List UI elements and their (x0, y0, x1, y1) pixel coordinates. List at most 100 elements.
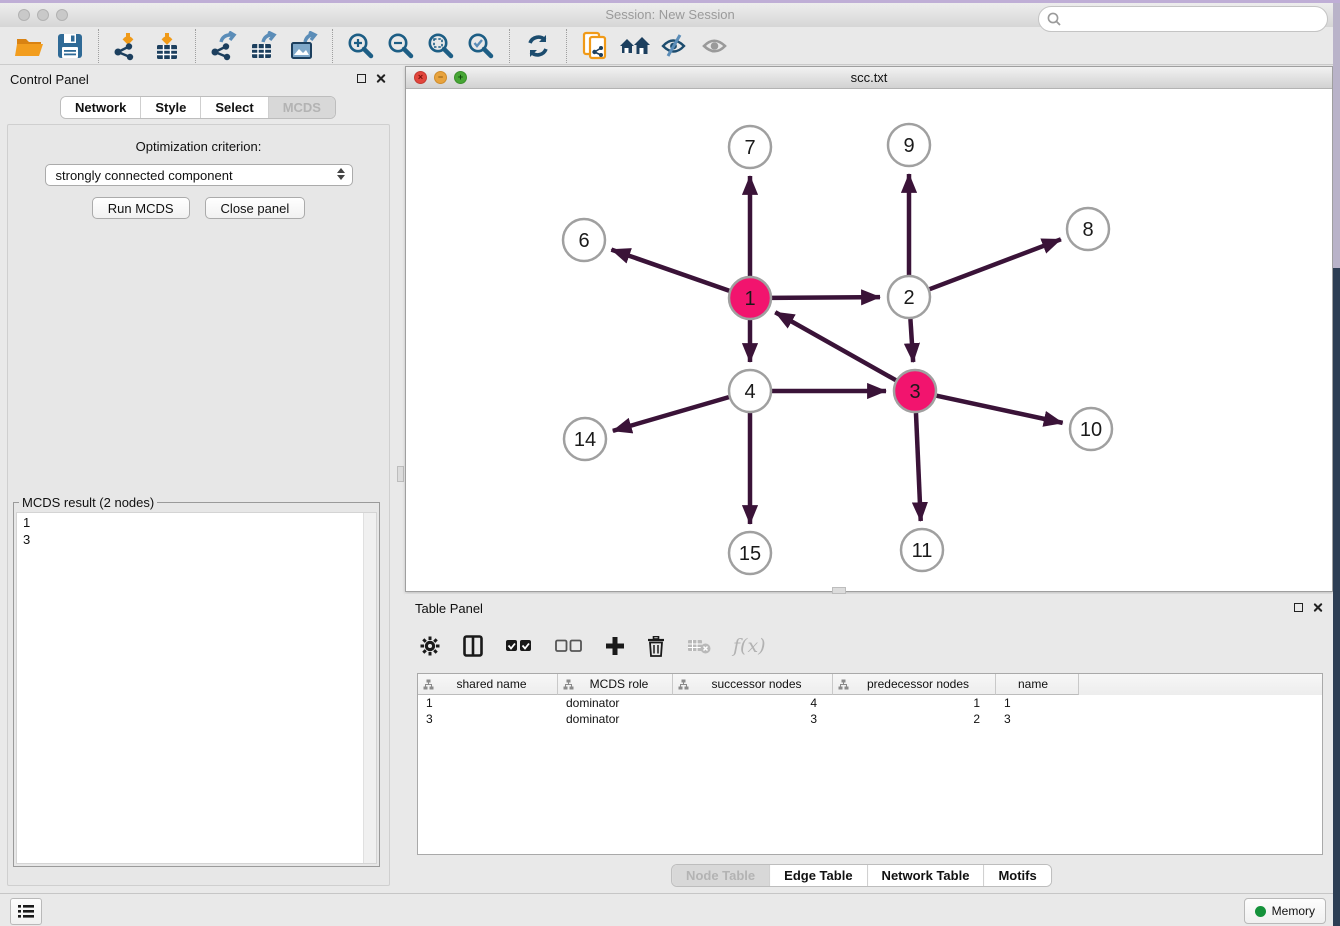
column-label: successor nodes (689, 677, 832, 691)
gear-icon (419, 635, 441, 657)
graph-edge-2-3[interactable] (910, 319, 913, 362)
graph-edge-1-6[interactable] (611, 250, 729, 291)
table-cell[interactable]: 1 (418, 696, 558, 710)
task-history-button[interactable] (10, 898, 42, 925)
tab-network-table[interactable]: Network Table (867, 865, 984, 886)
column-tree-icon (423, 679, 434, 690)
table-cell[interactable]: dominator (558, 712, 673, 726)
table-cell[interactable]: 3 (996, 712, 1079, 726)
graph-edge-3-10[interactable] (937, 396, 1063, 423)
tab-motifs[interactable]: Motifs (983, 865, 1050, 886)
unselect-all-columns-button[interactable] (555, 639, 583, 653)
graph-edge-1-2[interactable] (772, 297, 880, 298)
run-mcds-button[interactable]: Run MCDS (92, 197, 190, 219)
tab-node-table[interactable]: Node Table (672, 865, 769, 886)
zoom-selected-button[interactable] (461, 29, 501, 63)
graph-node-8[interactable]: 8 (1067, 208, 1109, 250)
mcds-result-list[interactable]: 1 3 (16, 512, 377, 864)
table-splitter-handle[interactable] (832, 587, 846, 594)
table-cell[interactable]: 1 (833, 696, 996, 710)
create-column-button[interactable] (605, 636, 625, 656)
export-network-button[interactable] (204, 29, 244, 63)
result-scrollbar[interactable] (363, 513, 376, 863)
graph-node-14[interactable]: 14 (564, 418, 606, 460)
tab-select[interactable]: Select (200, 97, 267, 118)
graph-edge-3-1[interactable] (775, 312, 896, 380)
zoom-fit-button[interactable] (421, 29, 461, 63)
column-header-name[interactable]: name (996, 674, 1079, 695)
export-table-button[interactable] (244, 29, 284, 63)
refresh-button[interactable] (518, 29, 558, 63)
graph-node-4[interactable]: 4 (729, 370, 771, 412)
tab-edge-table[interactable]: Edge Table (769, 865, 866, 886)
save-session-button[interactable] (50, 29, 90, 63)
graph-node-15[interactable]: 15 (729, 532, 771, 574)
svg-text:6: 6 (578, 230, 589, 252)
column-header-shared-name[interactable]: shared name (418, 674, 558, 695)
table-cell[interactable]: 3 (418, 712, 558, 726)
zoom-out-button[interactable] (381, 29, 421, 63)
svg-text:10: 10 (1080, 419, 1102, 441)
table-toolbar: f(x) (419, 628, 766, 664)
close-table-panel-icon[interactable] (1312, 602, 1323, 613)
tab-network[interactable]: Network (61, 97, 140, 118)
show-column-panel-button[interactable] (463, 635, 483, 657)
tab-mcds[interactable]: MCDS (268, 97, 335, 118)
eye-slash-icon (660, 33, 690, 59)
graph-edge-3-11[interactable] (916, 413, 921, 521)
graph-node-7[interactable]: 7 (729, 126, 771, 168)
table-cell[interactable]: 3 (673, 712, 833, 726)
graph-edge-4-14[interactable] (613, 397, 729, 431)
criterion-dropdown[interactable]: strongly connected component (45, 164, 353, 186)
float-panel-icon[interactable] (357, 74, 366, 83)
table-cell[interactable]: dominator (558, 696, 673, 710)
show-all-button[interactable] (695, 29, 735, 63)
table-panel-title: Table Panel (415, 601, 483, 616)
select-all-columns-button[interactable] (505, 639, 533, 653)
graph-node-2[interactable]: 2 (888, 276, 930, 318)
clone-network-button[interactable] (575, 29, 615, 63)
graph-edge-2-8[interactable] (930, 239, 1061, 289)
network-title-bar[interactable]: × − + scc.txt (406, 67, 1332, 89)
export-image-button[interactable] (284, 29, 324, 63)
table-settings-button[interactable] (419, 635, 441, 657)
toolbar-separator (195, 29, 196, 63)
graph-node-11[interactable]: 11 (901, 529, 943, 571)
search-input[interactable] (1065, 11, 1319, 28)
delete-column-button[interactable] (647, 636, 665, 657)
table-cell[interactable]: 1 (996, 696, 1079, 710)
float-table-panel-icon[interactable] (1294, 603, 1303, 612)
graph-node-3[interactable]: 3 (894, 370, 936, 412)
toolbar-separator (509, 29, 510, 63)
zoom-in-button[interactable] (341, 29, 381, 63)
search-field[interactable] (1038, 6, 1328, 32)
table-row[interactable]: 3dominator323 (418, 711, 1322, 727)
node-table[interactable]: shared nameMCDS role successor nodesprede… (417, 673, 1323, 855)
hide-selected-button[interactable] (655, 29, 695, 63)
graph-node-10[interactable]: 10 (1070, 408, 1112, 450)
save-icon (57, 33, 83, 59)
panel-splitter-handle[interactable] (397, 466, 404, 482)
import-table-button[interactable] (147, 29, 187, 63)
control-panel-tabs: NetworkStyleSelectMCDS (60, 96, 336, 119)
import-network-button[interactable] (107, 29, 147, 63)
graph-node-6[interactable]: 6 (563, 219, 605, 261)
close-panel-button[interactable]: Close panel (205, 197, 306, 219)
network-canvas[interactable]: 7 9 6 8 1 2 4 3 14 10 15 11 (406, 89, 1332, 591)
table-cell[interactable]: 2 (833, 712, 996, 726)
export-network-icon (209, 31, 239, 61)
table-row[interactable]: 1dominator411 (418, 695, 1322, 711)
table-cell[interactable]: 4 (673, 696, 833, 710)
home-button[interactable] (615, 29, 655, 63)
column-header-MCDS-role[interactable]: MCDS role (558, 674, 673, 695)
delete-table-button-disabled (687, 637, 711, 655)
graph-node-9[interactable]: 9 (888, 124, 930, 166)
search-icon (1047, 12, 1061, 26)
column-header-successor-nodes[interactable]: successor nodes (673, 674, 833, 695)
tab-style[interactable]: Style (140, 97, 200, 118)
memory-button[interactable]: Memory (1244, 898, 1326, 924)
column-header-predecessor-nodes[interactable]: predecessor nodes (833, 674, 996, 695)
open-file-button[interactable] (10, 29, 50, 63)
graph-node-1[interactable]: 1 (729, 277, 771, 319)
close-panel-icon[interactable] (375, 73, 386, 84)
